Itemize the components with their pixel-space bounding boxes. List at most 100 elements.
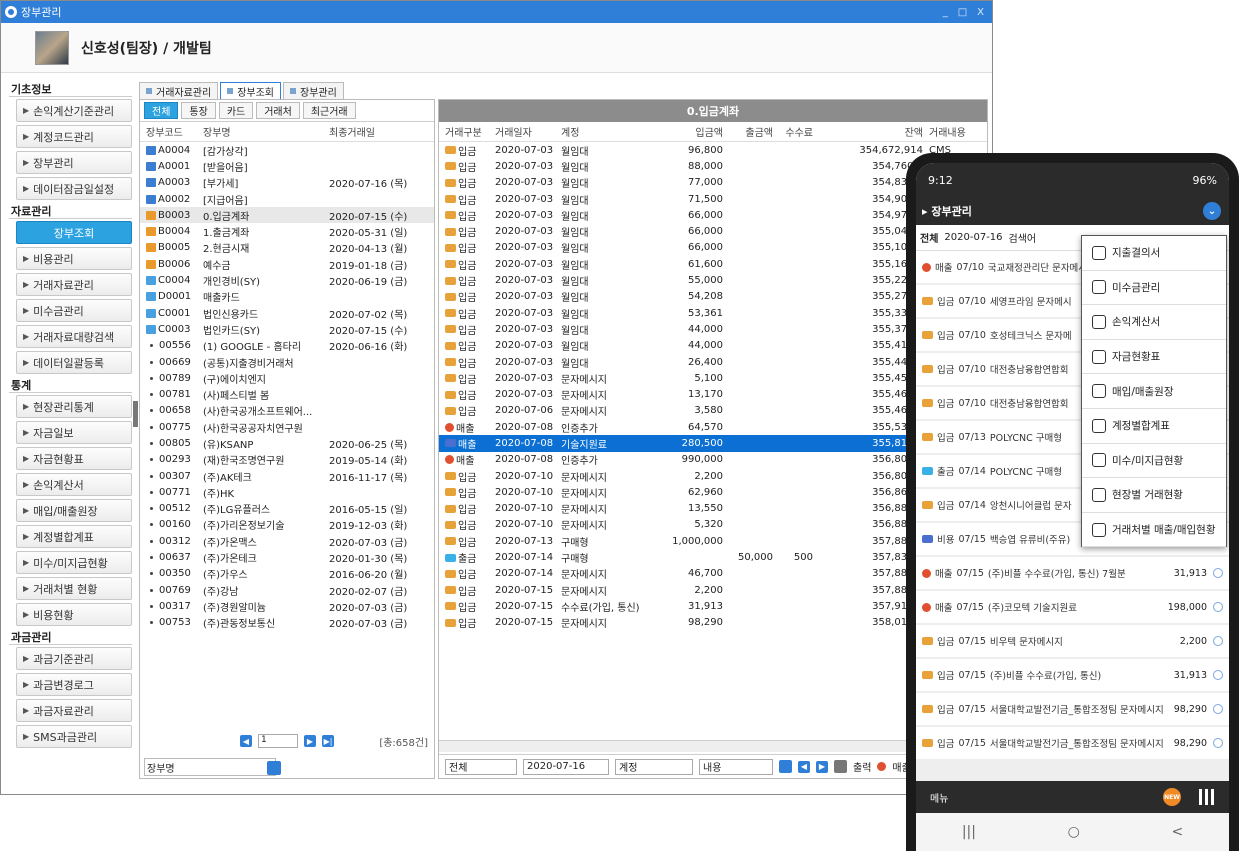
- tab-0[interactable]: 거래자료관리: [139, 82, 219, 99]
- sidebar-item[interactable]: ▶ 과금기준관리: [16, 647, 132, 670]
- print-button[interactable]: 출력: [853, 759, 871, 774]
- table-row[interactable]: 00753 (주)관동정보통신 2020-07-03 (금): [140, 615, 434, 631]
- sidebar-item[interactable]: ▶ 계정별합계표: [16, 525, 132, 548]
- col-fee[interactable]: 수수료: [775, 124, 815, 139]
- table-row[interactable]: 입금 2020-07-03 월임대 77,000 354,837,9: [439, 175, 987, 191]
- table-row[interactable]: 00556 (1) GOOGLE - 홈타리 2020-06-16 (화): [140, 338, 434, 354]
- dropdown-item[interactable]: 미수/미지급현황: [1082, 444, 1226, 479]
- sidebar-item[interactable]: ▶ 데이터일괄등록: [16, 351, 132, 374]
- chevron-down-icon[interactable]: ⌄: [1203, 202, 1221, 220]
- table-row[interactable]: 입금 2020-07-06 문자메시지 3,580 355,467,8: [439, 403, 987, 419]
- col-date[interactable]: 최종거래일: [327, 124, 427, 139]
- table-row[interactable]: C0003 법인카드(SY) 2020-07-15 (수): [140, 321, 434, 337]
- sidebar-item[interactable]: ▶ 비용관리: [16, 247, 132, 270]
- table-row[interactable]: 00781 (사)페스티벌 봄: [140, 386, 434, 402]
- sidebar-item[interactable]: ▶ 과금자료관리: [16, 699, 132, 722]
- table-row[interactable]: 00769 (주)강남 2020-02-07 (금): [140, 582, 434, 598]
- last-page-icon[interactable]: ▶|: [322, 735, 334, 747]
- sidebar-item[interactable]: ▶ 손익계산기준관리: [16, 99, 132, 122]
- col-content[interactable]: 거래내용: [925, 124, 985, 139]
- sidebar-item[interactable]: ▶ 데이터잠금일설정: [16, 177, 132, 200]
- subtab-0[interactable]: 전체: [144, 102, 179, 119]
- table-row[interactable]: 입금 2020-07-03 월임대 54,208 355,278,2: [439, 289, 987, 305]
- table-row[interactable]: 입금 2020-07-03 월임대 66,000 355,107,4: [439, 240, 987, 256]
- table-row[interactable]: 00789 (구)에이치엔지: [140, 370, 434, 386]
- table-row[interactable]: 입금 2020-07-03 월임대 66,000 355,041,4: [439, 223, 987, 239]
- subtab-4[interactable]: 최근거래: [302, 102, 356, 119]
- home-button[interactable]: ○: [1068, 824, 1080, 840]
- filter-all[interactable]: 전체: [920, 230, 938, 245]
- table-row[interactable]: 입금 2020-07-15 수수료(가입, 통신) 31,913 357,917,2: [439, 598, 987, 614]
- ledger-search-input[interactable]: 장부명: [144, 758, 276, 776]
- search-icon[interactable]: [267, 761, 281, 775]
- sidebar-item[interactable]: ▶ 비용현황: [16, 603, 132, 626]
- table-row[interactable]: 입금 2020-07-03 문자메시지 13,170 355,464,2: [439, 386, 987, 402]
- tab-1[interactable]: 장부조회: [220, 82, 282, 99]
- table-row[interactable]: 입금 2020-07-15 문자메시지 2,200 357,885,3: [439, 582, 987, 598]
- table-row[interactable]: 00160 (주)가리온정보기술 2019-12-03 (화): [140, 517, 434, 533]
- table-row[interactable]: 입금 2020-07-03 월임대 44,000 355,419,5: [439, 338, 987, 354]
- list-item[interactable]: 입금 07/15 서울대학교발전기금_통합조정팀 문자메시지 98,290: [916, 693, 1229, 727]
- col-type[interactable]: 거래구분: [439, 124, 491, 139]
- table-row[interactable]: 입금 2020-07-13 구매형 1,000,000 357,886,9: [439, 533, 987, 549]
- table-row[interactable]: 00350 (주)가우스 2016-06-20 (월): [140, 566, 434, 582]
- sidebar-item[interactable]: ▶ 장부관리: [16, 151, 132, 174]
- table-row[interactable]: 입금 2020-07-03 월임대 88,000 354,760,9: [439, 158, 987, 174]
- sidebar-item[interactable]: ▶ 거래자료대량검색: [16, 325, 132, 348]
- page-input[interactable]: 1: [258, 734, 298, 748]
- table-row[interactable]: A0002 [지급어음]: [140, 191, 434, 207]
- table-row[interactable]: 입금 2020-07-03 월임대 53,361 355,331,5: [439, 305, 987, 321]
- table-row[interactable]: 00293 (재)한국조명연구원 2019-05-14 (화): [140, 452, 434, 468]
- dropdown-item[interactable]: 현장별 거래현황: [1082, 478, 1226, 513]
- table-row[interactable]: 입금 2020-07-03 월임대 66,000 354,975,4: [439, 207, 987, 223]
- table-row[interactable]: 00637 (주)가온테크 2020-01-30 (목): [140, 549, 434, 565]
- table-row[interactable]: 매출 2020-07-08 기술지원료 280,500 355,812,9: [439, 435, 987, 452]
- dropdown-item[interactable]: 거래처별 매출/매입현황: [1082, 513, 1226, 548]
- horizontal-scrollbar[interactable]: [439, 740, 987, 752]
- table-row[interactable]: B0006 예수금 2019-01-18 (금): [140, 256, 434, 272]
- sidebar-item[interactable]: 장부조회: [16, 221, 132, 244]
- table-row[interactable]: 입금 2020-07-10 문자메시지 13,550 356,881,6: [439, 501, 987, 517]
- printer-icon[interactable]: [834, 760, 847, 773]
- dropdown-item[interactable]: 매입/매출원장: [1082, 374, 1226, 409]
- subtab-2[interactable]: 카드: [218, 102, 254, 119]
- sidebar-item[interactable]: ▶ 매입/매출원장: [16, 499, 132, 522]
- table-row[interactable]: 입금 2020-07-03 월임대 44,000 355,375,5: [439, 321, 987, 337]
- table-row[interactable]: A0001 [받을어음]: [140, 158, 434, 174]
- table-row[interactable]: A0004 [감가상각]: [140, 142, 434, 158]
- sidebar-item[interactable]: ▶ 미수금관리: [16, 299, 132, 322]
- account-input[interactable]: 계정: [615, 758, 693, 775]
- table-row[interactable]: 00512 (주)LG유플러스 2016-05-15 (일): [140, 501, 434, 517]
- sidebar-item[interactable]: ▶ 미수/미지급현황: [16, 551, 132, 574]
- table-row[interactable]: 입금 2020-07-10 문자메시지 2,200 356,805,1: [439, 468, 987, 484]
- table-row[interactable]: 입금 2020-07-14 문자메시지 46,700 357,883,1: [439, 566, 987, 582]
- table-row[interactable]: B0003 0.입금계좌 2020-07-15 (수): [140, 207, 434, 224]
- table-row[interactable]: 00771 (주)HK: [140, 484, 434, 500]
- list-item[interactable]: 매출 07/15 (주)코모텍 기술지원료 198,000: [916, 591, 1229, 625]
- table-row[interactable]: B0005 2.현금시재 2020-04-13 (월): [140, 240, 434, 256]
- table-row[interactable]: 00669 (공통)지출경비거래처: [140, 354, 434, 370]
- col-withdraw[interactable]: 출금액: [725, 124, 775, 139]
- maximize-button[interactable]: □: [958, 7, 967, 18]
- sidebar-item[interactable]: ▶ 과금변경로그: [16, 673, 132, 696]
- prev-page-icon[interactable]: ◀: [240, 735, 252, 747]
- col-deposit[interactable]: 입금액: [659, 124, 725, 139]
- next-page-icon[interactable]: ▶: [304, 735, 316, 747]
- table-row[interactable]: 입금 2020-07-10 문자메시지 5,320 356,886,9: [439, 517, 987, 533]
- table-row[interactable]: 00658 (사)한국공개소프트웨어...: [140, 403, 434, 419]
- table-row[interactable]: 매출 2020-07-08 인증추가 64,570 355,532,4: [439, 419, 987, 435]
- sidebar-item[interactable]: ▶ 자금현황표: [16, 447, 132, 470]
- table-row[interactable]: 00805 (유)KSANP 2020-06-25 (목): [140, 435, 434, 451]
- col-code[interactable]: 장부코드: [140, 124, 199, 139]
- list-item[interactable]: 입금 07/15 (주)비플 수수료(가입, 통신) 31,913: [916, 659, 1229, 693]
- col-balance[interactable]: 잔액: [815, 124, 925, 139]
- subtab-3[interactable]: 거래처: [256, 102, 300, 119]
- sidebar-item[interactable]: ▶ 거래처별 현황: [16, 577, 132, 600]
- dropdown-item[interactable]: 계정별합계표: [1082, 409, 1226, 444]
- table-row[interactable]: 00317 (주)경원알미늄 2020-07-03 (금): [140, 598, 434, 614]
- dropdown-item[interactable]: 손익계산서: [1082, 305, 1226, 340]
- table-row[interactable]: 출금 2020-07-14 구매형 50,000 500 357,836,4: [439, 549, 987, 565]
- subtab-1[interactable]: 통장: [181, 102, 216, 119]
- recents-button[interactable]: |||: [962, 824, 976, 840]
- table-row[interactable]: 입금 2020-07-03 월임대 55,000 355,224,0: [439, 272, 987, 288]
